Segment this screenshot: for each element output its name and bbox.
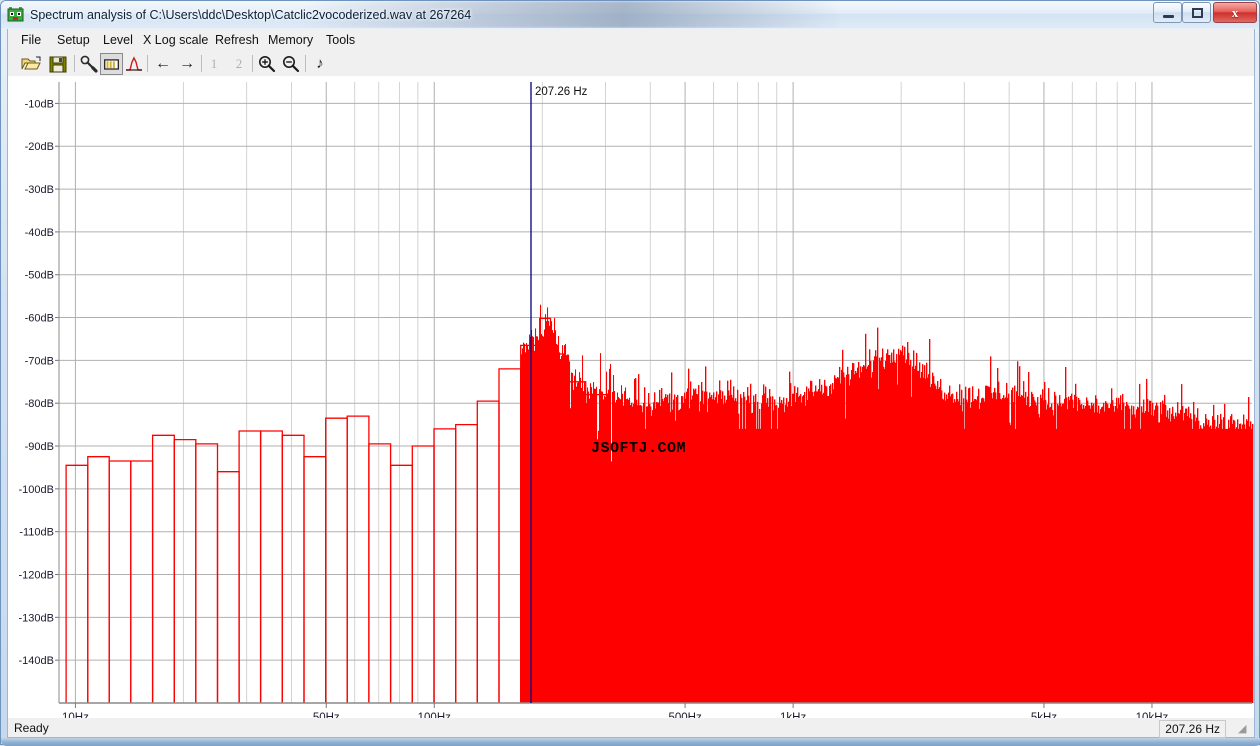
play-note-button[interactable]: ♪: [307, 53, 333, 75]
application-window: Spectrum analysis of C:\Users\ddc\Deskto…: [0, 0, 1260, 745]
svg-text:-130dB: -130dB: [19, 612, 54, 624]
save-file-button[interactable]: [47, 53, 70, 75]
svg-text:-80dB: -80dB: [25, 398, 54, 410]
next-button[interactable]: →: [174, 53, 200, 75]
restore-icon: [1192, 8, 1203, 18]
svg-text:-20dB: -20dB: [25, 141, 54, 153]
window-title: Spectrum analysis of C:\Users\ddc\Deskto…: [30, 6, 471, 24]
toolbar-separator-5: [305, 55, 306, 72]
menu-x-log-scale[interactable]: X Log scale: [134, 29, 217, 52]
close-button[interactable]: x: [1213, 2, 1257, 23]
toolbar-separator-4: [252, 55, 253, 72]
channel-2-button[interactable]: 2: [229, 53, 249, 75]
minimize-icon: [1163, 15, 1174, 18]
zoom-out-icon: [280, 53, 302, 75]
curve-spectrum-button[interactable]: [123, 53, 146, 75]
menu-bar: File Setup Level X Log scale Refresh Mem…: [8, 29, 1254, 52]
save-file-icon: [47, 53, 69, 75]
svg-text:-140dB: -140dB: [19, 655, 54, 667]
zoom-in-icon: [256, 53, 278, 75]
resize-grip-icon[interactable]: ◢: [1238, 723, 1250, 735]
svg-text:-10dB: -10dB: [25, 98, 54, 110]
svg-text:-70dB: -70dB: [25, 355, 54, 367]
svg-text:-90dB: -90dB: [25, 441, 54, 453]
svg-text:-100dB: -100dB: [19, 484, 54, 496]
menu-memory[interactable]: Memory: [259, 29, 322, 52]
bar-spectrum-icon: [101, 54, 122, 74]
cursor-frequency-label: 207.26 Hz: [535, 86, 588, 98]
toolbar-separator-2: [147, 55, 148, 72]
watermark-text: JSOFTJ.COM: [591, 440, 686, 457]
status-frequency-readout: 207.26 Hz: [1159, 720, 1226, 738]
zoom-out-button[interactable]: [280, 53, 303, 75]
svg-text:-60dB: -60dB: [25, 313, 54, 325]
bar-spectrum-button[interactable]: [100, 53, 123, 75]
client-area: File Setup Level X Log scale Refresh Mem…: [7, 29, 1255, 740]
menu-tools[interactable]: Tools: [317, 29, 364, 52]
spectrum-plot[interactable]: -10dB -20dB -30dB -40dB -50dB -60dB -70dB -80dB…: [8, 76, 1254, 720]
status-bar: Ready 207.26 Hz ◢: [7, 718, 1255, 738]
curve-spectrum-icon: [123, 53, 145, 75]
svg-text:-40dB: -40dB: [25, 227, 54, 239]
close-icon: x: [1214, 3, 1256, 22]
open-file-icon: [20, 53, 42, 75]
status-message: Ready: [14, 720, 49, 736]
svg-text:-110dB: -110dB: [19, 527, 54, 539]
title-bar: Spectrum analysis of C:\Users\ddc\Deskto…: [1, 1, 1259, 28]
prev-button[interactable]: ←: [150, 53, 176, 75]
menu-setup[interactable]: Setup: [48, 29, 99, 52]
spectrum-chart-svg: -10dB -20dB -30dB -40dB -50dB -60dB -70dB -80dB…: [8, 76, 1254, 720]
monster-app-icon: [7, 6, 24, 23]
svg-text:-50dB: -50dB: [25, 270, 54, 282]
channel-1-button[interactable]: 1: [204, 53, 224, 75]
open-file-button[interactable]: [20, 53, 43, 75]
maximize-restore-button[interactable]: [1182, 2, 1211, 23]
zoom-in-button[interactable]: [256, 53, 279, 75]
svg-text:-30dB: -30dB: [25, 184, 54, 196]
toolbar: ← → 1 2 ♪: [8, 52, 1254, 77]
toolbar-separator-3: [201, 55, 202, 72]
settings-wrench-icon: [78, 53, 100, 75]
minimize-button[interactable]: [1153, 2, 1182, 23]
svg-text:-120dB: -120dB: [19, 570, 54, 582]
menu-file[interactable]: File: [12, 29, 50, 52]
settings-wrench-button[interactable]: [78, 53, 101, 75]
toolbar-separator-1: [74, 55, 75, 72]
